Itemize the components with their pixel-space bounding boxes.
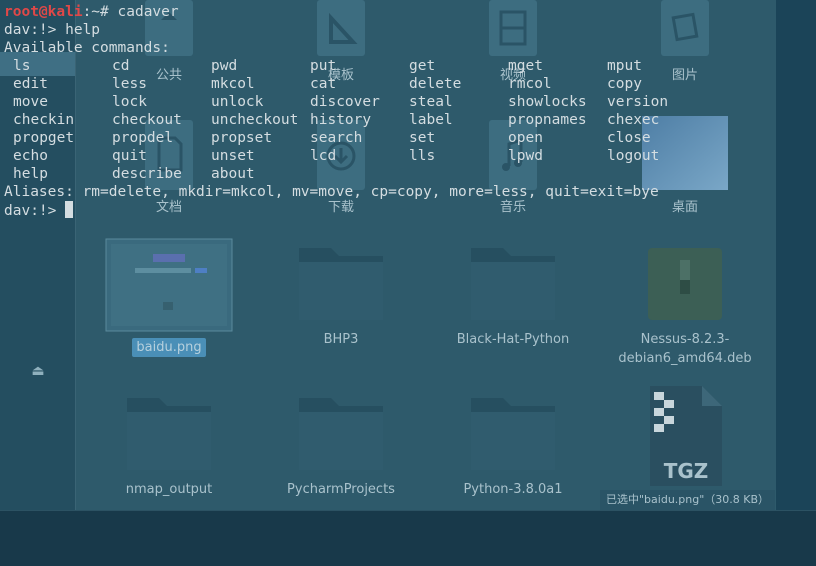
command-quit: quit <box>112 148 147 164</box>
command-unlock: unlock <box>211 94 264 110</box>
command-ls: ls <box>13 58 31 74</box>
grid-item-label: Black-Hat-Python <box>456 332 570 347</box>
command-checkout: checkout <box>112 112 182 128</box>
command-lpwd: lpwd <box>508 148 543 164</box>
folder-icon <box>438 242 588 324</box>
command-uncheckout: uncheckout <box>211 112 299 128</box>
command-propdel: propdel <box>112 130 174 146</box>
command-edit: edit <box>13 76 48 92</box>
command-close: close <box>607 130 651 146</box>
command-pwd: pwd <box>211 58 238 74</box>
command-describe: describe <box>112 166 182 182</box>
command-chexec: chexec <box>607 112 660 128</box>
grid-item-pycharm-projects[interactable]: PycharmProjects <box>266 392 416 499</box>
command-lcd: lcd <box>310 148 337 164</box>
grid-item-baidu-png[interactable]: baidu.png <box>94 238 244 357</box>
eject-icon[interactable]: ⏏ <box>31 363 44 379</box>
command-lock: lock <box>112 94 147 110</box>
grid-item-nessus-deb[interactable]: Nessus-8.2.3- debian6_amd64.deb <box>610 242 760 368</box>
command-about: about <box>211 166 255 182</box>
folder-icon <box>94 392 244 474</box>
command-cat: cat <box>310 76 337 92</box>
grid-item-bhp3[interactable]: BHP3 <box>266 242 416 349</box>
deb-package-icon <box>610 242 760 324</box>
command-set: set <box>409 130 436 146</box>
prompt-path: :~# <box>82 4 118 20</box>
aliases-line: Aliases: rm=delete, mkdir=mkcol, mv=move… <box>4 184 659 200</box>
command-echo: echo <box>13 148 48 164</box>
command-unset: unset <box>211 148 255 164</box>
command-discover: discover <box>310 94 380 110</box>
text-cursor[interactable] <box>65 201 74 218</box>
grid-item-label: PycharmProjects <box>287 482 395 497</box>
command-move: move <box>13 94 48 110</box>
dav-prompt: dav:!> <box>4 22 66 38</box>
command-help: help <box>13 166 48 182</box>
command-lls: lls <box>409 148 436 164</box>
terminal-line-1: root@kali:~# cadaver <box>4 3 179 21</box>
image-thumbnail-icon <box>94 238 244 332</box>
command-propnames: propnames <box>508 112 587 128</box>
taskbar-divider <box>0 510 816 511</box>
command-logout: logout <box>607 148 660 164</box>
command-delete: delete <box>409 76 462 92</box>
grid-item-tgz-archive[interactable]: TGZ <box>610 386 760 486</box>
command-mkcol: mkcol <box>211 76 255 92</box>
terminal-output[interactable]: root@kali:~# cadaver dav:!> help Availab… <box>0 0 776 222</box>
grid-item-label-line-2: debian6_amd64.deb <box>618 351 752 366</box>
command-text: cadaver <box>117 4 179 20</box>
dav-prompt: dav:!> <box>4 203 66 219</box>
command-propget: propget <box>13 130 75 146</box>
tgz-archive-icon: TGZ <box>610 386 760 486</box>
command-copy: copy <box>607 76 642 92</box>
terminal-line-2: dav:!> help <box>4 21 100 39</box>
command-cd: cd <box>112 58 130 74</box>
folder-icon <box>266 392 416 474</box>
command-search: search <box>310 130 363 146</box>
selection-status: 已选中"baidu.png"（30.8 KB） <box>600 490 776 510</box>
command-mget: mget <box>508 58 543 74</box>
grid-item-label: Python-3.8.0a1 <box>463 482 563 497</box>
command-open: open <box>508 130 543 146</box>
grid-item-python-3-8[interactable]: Python-3.8.0a1 <box>438 392 588 499</box>
grid-item-label: baidu.png <box>132 338 206 357</box>
command-label: label <box>409 112 453 128</box>
grid-item-nmap-output[interactable]: nmap_output <box>94 392 244 499</box>
command-propset: propset <box>211 130 273 146</box>
command-less: less <box>112 76 147 92</box>
grid-item-label: Nessus-8.2.3- debian6_amd64.deb <box>610 330 760 368</box>
grid-item-label: nmap_output <box>125 482 213 497</box>
terminal-final-line: dav:!> <box>4 201 74 220</box>
command-version: version <box>607 94 669 110</box>
tgz-label: TGZ <box>664 459 709 483</box>
command-steal: steal <box>409 94 453 110</box>
command-mput: mput <box>607 58 642 74</box>
command-text: help <box>65 22 101 38</box>
command-showlocks: showlocks <box>508 94 587 110</box>
prompt-user: root@kali <box>4 4 83 20</box>
desktop-background <box>776 0 816 510</box>
taskbar <box>0 510 816 566</box>
folder-icon <box>438 392 588 474</box>
command-checkin: checkin <box>13 112 75 128</box>
command-rmcol: rmcol <box>508 76 552 92</box>
command-put: put <box>310 58 337 74</box>
grid-item-black-hat-python[interactable]: Black-Hat-Python <box>438 242 588 349</box>
grid-item-label: BHP3 <box>323 332 359 347</box>
command-history: history <box>310 112 372 128</box>
grid-item-label-line-1: Nessus-8.2.3- <box>640 332 730 347</box>
command-get: get <box>409 58 436 74</box>
folder-icon <box>266 242 416 324</box>
available-commands-header: Available commands: <box>4 40 170 56</box>
